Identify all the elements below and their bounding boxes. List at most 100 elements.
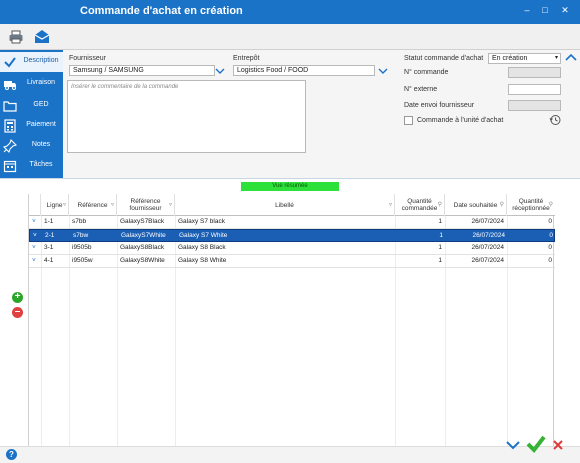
sidebar-item-taches[interactable]: Tâches [0,156,63,176]
cell-ref: i9505b [72,244,92,251]
sidebar-item-label: Description [23,57,59,64]
minimize-button[interactable]: – [518,3,536,17]
cell-ref-fournisseur: GalaxyS7Black [120,218,165,225]
remove-line-button[interactable]: – [12,307,23,318]
calculator-icon [3,119,17,133]
filter-icon[interactable]: ▿ [169,202,172,209]
cell-date: 26/07/2024 [471,218,504,225]
table-row[interactable]: ˅ 2-1 s7bw GalaxyS7White Galaxy S7 White 1 26/… [29,229,555,242]
cell-date: 26/07/2024 [471,244,504,251]
check-icon [3,55,17,69]
table-row[interactable]: ˅ 3-1 i9505b GalaxyS8Black Galaxy S8 Black 1 2… [29,242,555,255]
column-header-quantite-commandee[interactable]: Quantité commandée ⚲ [395,194,445,216]
column-label: Ligne [46,201,63,209]
expand-column-header [29,194,41,216]
sidebar-item-label: Paiement [26,121,56,128]
expand-row-icon[interactable]: ˅ [29,216,41,229]
chevron-down-icon[interactable] [505,439,521,451]
filter-icon[interactable]: ▿ [63,202,66,209]
sidebar-item-label: GED [33,101,49,108]
cell-ligne: 4-1 [44,257,54,264]
toolbar [0,24,580,50]
caret-down-icon: ▾ [554,55,558,61]
search-icon[interactable]: ⚲ [549,202,553,209]
column-header-quantite-receptionnee[interactable]: Quantité réceptionnée ⚲ [507,194,555,216]
column-label: Quantité commandée [401,198,438,212]
add-line-button[interactable]: + [12,292,23,303]
chevron-down-icon[interactable] [215,67,225,75]
column-header-ligne[interactable]: Ligne ▿ [41,194,69,216]
column-label: Libellé [275,201,294,209]
warehouse-field[interactable]: Logistics Food / FOOD [233,65,375,76]
order-lines-grid: Ligne ▿ Référence ▿ Référence fournisseur ▿… [28,194,555,447]
status-select[interactable]: En création ▾ [488,53,561,64]
column-label: Référence fournisseur [129,198,162,212]
description-form: Fournisseur Samsung / SAMSUNG Entrepôt L… [63,50,580,178]
search-icon[interactable]: ⚲ [438,202,442,209]
sidebar-item-livraison[interactable]: Livraison [0,74,63,94]
sidebar-item-label: Livraison [26,79,55,86]
sidebar-item-notes[interactable]: Notes [0,136,63,156]
column-header-date-souhaitee[interactable]: Date souhaitée ⚲ [445,194,507,216]
cell-qte-recue: 0 [548,257,552,264]
cell-libelle: Galaxy S8 Black [178,244,226,251]
status-label: Statut commande d'achat [404,55,484,62]
unit-order-checkbox[interactable] [404,116,413,125]
supplier-label: Fournisseur [69,55,106,62]
history-icon[interactable] [549,114,561,126]
sidebar-item-label: Notes [31,141,51,148]
cell-ligne: 3-1 [44,244,54,251]
cell-qte-commandee: 1 [438,218,442,225]
sidebar-item-ged[interactable]: GED [0,96,63,116]
warehouse-label: Entrepôt [233,55,260,62]
external-number-field[interactable] [508,84,561,95]
cell-libelle: Galaxy S7 black [178,218,225,225]
expand-row-icon[interactable]: ˅ [29,242,41,255]
sidebar-item-paiement[interactable]: Paiement [0,116,63,136]
maximize-button[interactable]: □ [536,3,554,17]
truck-icon [3,77,17,91]
footer: ? [0,446,580,463]
window-title: Commande d'achat en création [80,5,243,17]
column-header-reference[interactable]: Référence ▿ [69,194,117,216]
filter-icon[interactable]: ▿ [111,202,114,209]
grid-header: Ligne ▿ Référence ▿ Référence fournisseur ▿… [29,194,555,216]
confirm-button[interactable] [526,434,546,454]
cell-ref: s7bb [72,218,87,225]
pin-icon [2,138,18,154]
comment-textarea[interactable]: Insérer le commentaire de la commande [67,80,306,153]
cell-qte-recue: 0 [548,244,552,251]
column-label: Référence [77,201,108,209]
cell-qte-recue: 0 [548,218,552,225]
folder-icon [3,99,17,113]
help-icon[interactable]: ? [6,449,17,460]
sidebar-item-description[interactable]: Description [0,52,63,72]
cell-ref: i9505w [72,257,93,264]
table-row[interactable]: ˅ 4-1 i9505w GalaxyS8White Galaxy S8 White 1 2… [29,255,555,268]
close-button[interactable]: ✕ [556,3,574,17]
printer-icon[interactable] [8,29,24,45]
filter-icon[interactable]: ▿ [389,202,392,209]
chevron-down-icon[interactable] [378,67,388,75]
order-number-field [508,67,561,78]
column-label: Date souhaitée [453,201,498,209]
envelope-icon[interactable] [34,29,50,45]
cell-libelle: Galaxy S8 White [178,257,227,264]
sidebar: Description Livraison GED Paiement Notes… [0,50,63,178]
order-number-label: N° commande [404,69,449,76]
unit-order-label: Commande à l'unité d'achat [417,117,504,124]
summary-view-button[interactable]: Vue résumée [241,182,339,191]
cancel-button[interactable] [552,439,564,451]
cell-ref-fournisseur: GalaxyS8Black [120,244,165,251]
search-icon[interactable]: ⚲ [500,202,504,209]
order-lines-section: Vue résumée Ligne ▿ Référence ▿ Référence … [0,178,580,447]
column-label: Quantité réceptionnée [512,198,550,212]
expand-row-icon[interactable]: ˅ [29,255,41,268]
table-row[interactable]: ˅ 1-1 s7bb GalaxyS7Black Galaxy S7 black 1 26/… [29,216,555,229]
column-header-reference-fournisseur[interactable]: Référence fournisseur ▿ [117,194,175,216]
supplier-field[interactable]: Samsung / SAMSUNG [69,65,215,76]
cell-qte-commandee: 1 [438,244,442,251]
title-bar: Commande d'achat en création – □ ✕ [0,0,580,24]
collapse-icon[interactable] [565,52,577,62]
column-header-libelle[interactable]: Libellé ▿ [175,194,395,216]
